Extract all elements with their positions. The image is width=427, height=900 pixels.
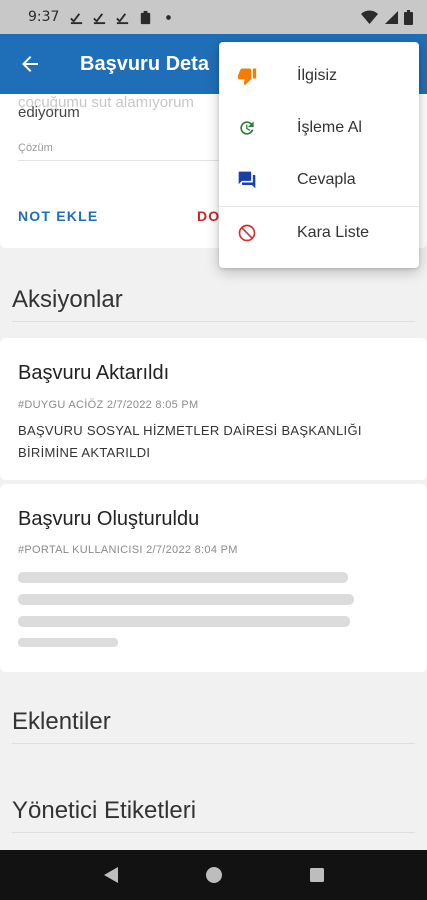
description-text: ediyorum (18, 104, 80, 121)
status-bar: 9:37 (0, 0, 427, 34)
red-action-button[interactable]: DO (197, 208, 220, 224)
action-body: BAŞVURU SOSYAL HİZMETLER DAİRESİ BAŞKANL… (18, 423, 362, 460)
page-title: Başvuru Deta (80, 52, 209, 75)
chat-icon (219, 170, 297, 190)
menu-item-label: İlgisiz (297, 67, 338, 84)
menu-item-label: İşleme Al (297, 119, 362, 136)
action-title: Başvuru Oluşturuldu (18, 508, 200, 530)
check-notification-icon (116, 12, 129, 24)
nav-back-icon[interactable] (103, 866, 119, 884)
action-title: Başvuru Aktarıldı (18, 362, 170, 384)
section-attachments-title: Eklentiler (12, 708, 111, 735)
section-admin-tags-title: Yönetici Etiketleri (12, 797, 197, 824)
menu-item-irrelevant[interactable]: İlgisiz (219, 50, 419, 102)
dot-icon (166, 14, 172, 20)
blurred-action-body (18, 572, 354, 647)
divider (12, 743, 415, 744)
signal-icon (385, 10, 398, 24)
menu-item-blacklist[interactable]: Kara Liste (219, 207, 419, 259)
thumbs-down-icon (219, 66, 297, 86)
divider (12, 321, 415, 322)
check-notification-icon (93, 12, 106, 24)
add-note-button[interactable]: NOT EKLE (18, 208, 98, 224)
solution-label: Çözüm (18, 142, 53, 154)
battery-icon (404, 9, 413, 25)
nav-home-icon[interactable] (205, 866, 223, 884)
notification-icons (69, 10, 176, 25)
menu-item-process[interactable]: İşleme Al (219, 102, 419, 154)
action-meta: #DUYGU ACİÖZ 2/7/2022 8:05 PM (18, 399, 199, 411)
refresh-clock-icon (219, 118, 297, 138)
action-meta: #PORTAL KULLANICISI 2/7/2022 8:04 PM (18, 544, 238, 556)
nav-recents-icon[interactable] (309, 867, 325, 883)
wifi-icon (361, 9, 378, 24)
action-card: Başvuru Oluşturuldu #PORTAL KULLANICISI … (0, 484, 427, 672)
menu-item-reply[interactable]: Cevapla (219, 154, 419, 206)
menu-item-label: Kara Liste (297, 224, 370, 241)
status-time: 9:37 (28, 9, 60, 25)
clipboard-notification-icon (141, 10, 151, 24)
arrow-left-icon (22, 56, 38, 72)
overflow-menu: İlgisiz İşleme Al Cevapla Kara Liste (219, 42, 419, 268)
back-button[interactable] (0, 34, 60, 94)
divider (12, 832, 415, 833)
block-icon (219, 223, 297, 243)
check-notification-icon (70, 12, 83, 24)
action-card: Başvuru Aktarıldı #DUYGU ACİÖZ 2/7/2022 … (0, 338, 427, 480)
section-actions-title: Aksiyonlar (12, 286, 123, 313)
system-nav-bar (0, 850, 427, 900)
menu-item-label: Cevapla (297, 171, 356, 188)
